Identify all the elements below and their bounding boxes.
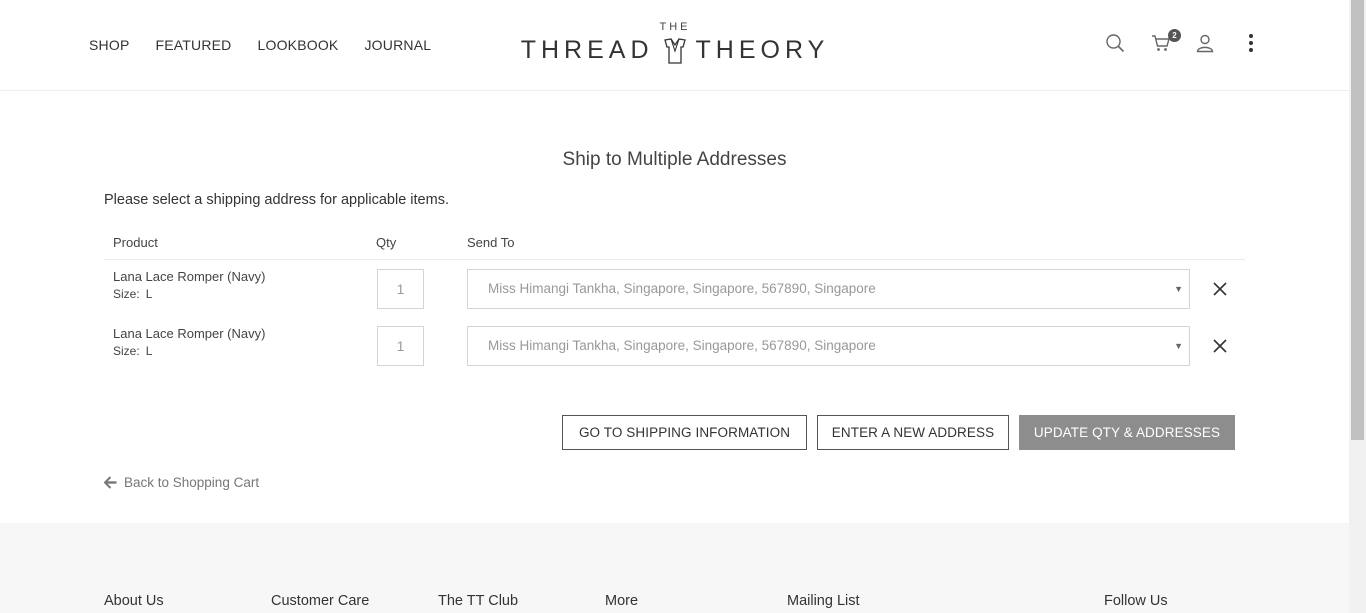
page-title: Ship to Multiple Addresses xyxy=(562,149,787,170)
arrow-left-icon xyxy=(104,476,117,489)
column-send-to: Send To xyxy=(467,235,515,250)
size-label: Size: xyxy=(113,344,140,358)
table-row: Lana Lace Romper (Navy) Size: L 1 Miss Hi… xyxy=(104,317,1245,374)
new-address-button[interactable]: ENTER A NEW ADDRESS xyxy=(817,415,1009,450)
column-qty: Qty xyxy=(376,235,397,250)
nav-lookbook[interactable]: LOOKBOOK xyxy=(258,37,339,53)
qty-input[interactable]: 1 xyxy=(377,269,424,309)
size-value: L xyxy=(145,287,153,301)
footer-more[interactable]: More xyxy=(605,593,638,609)
address-selected-value: Miss Himangi Tankha, Singapore, Singapor… xyxy=(488,281,876,296)
address-table: Product Qty Send To Lana Lace Romper (Na… xyxy=(104,227,1245,374)
footer-about-us[interactable]: About Us xyxy=(104,593,164,609)
cart-icon[interactable]: 2 xyxy=(1150,29,1181,54)
footer-follow-us[interactable]: Follow Us xyxy=(1104,593,1168,609)
logo-the: THE xyxy=(659,21,691,33)
chevron-down-icon: ▼ xyxy=(1174,284,1183,294)
user-icon[interactable] xyxy=(1194,32,1216,54)
address-select[interactable]: Miss Himangi Tankha, Singapore, Singapor… xyxy=(467,326,1190,366)
footer-customer-care[interactable]: Customer Care xyxy=(271,593,369,609)
nav-featured[interactable]: FEATURED xyxy=(155,37,231,53)
footer-tt-club[interactable]: The TT Club xyxy=(438,593,518,609)
shirt-icon xyxy=(663,37,686,64)
footer-mailing-list[interactable]: Mailing List xyxy=(787,593,860,609)
qty-input[interactable]: 1 xyxy=(377,326,424,366)
product-size: Size: L xyxy=(113,287,152,301)
back-to-cart-link[interactable]: Back to Shopping Cart xyxy=(104,475,259,490)
more-vertical-icon[interactable] xyxy=(1240,32,1262,54)
site-footer: About Us Customer Care The TT Club More … xyxy=(0,523,1349,613)
logo-wordmark: THREAD THEORY xyxy=(519,36,831,65)
product-size: Size: L xyxy=(113,344,152,358)
chevron-down-icon: ▼ xyxy=(1174,341,1183,351)
main-nav: SHOP FEATURED LOOKBOOK JOURNAL xyxy=(89,37,457,53)
cart-count-badge: 2 xyxy=(1168,29,1181,42)
intro-text: Please select a shipping address for app… xyxy=(104,192,449,208)
scrollbar-thumb[interactable] xyxy=(1351,0,1364,440)
nav-journal[interactable]: JOURNAL xyxy=(364,37,431,53)
address-select[interactable]: Miss Himangi Tankha, Singapore, Singapor… xyxy=(467,269,1190,309)
column-product: Product xyxy=(113,235,158,250)
go-to-shipping-button[interactable]: GO TO SHIPPING INFORMATION xyxy=(562,415,807,450)
product-name: Lana Lace Romper (Navy) xyxy=(113,326,266,341)
header-icons: 2 xyxy=(1104,29,1262,54)
table-row: Lana Lace Romper (Navy) Size: L 1 Miss Hi… xyxy=(104,260,1245,317)
size-label: Size: xyxy=(113,287,140,301)
site-header: SHOP FEATURED LOOKBOOK JOURNAL THE THREA… xyxy=(0,0,1349,91)
table-header: Product Qty Send To xyxy=(104,227,1245,260)
close-icon[interactable] xyxy=(1211,280,1229,298)
product-name: Lana Lace Romper (Navy) xyxy=(113,269,266,284)
site-logo[interactable]: THE THREAD THEORY xyxy=(519,20,831,70)
search-icon[interactable] xyxy=(1104,32,1126,54)
close-icon[interactable] xyxy=(1211,337,1229,355)
update-qty-addresses-button[interactable]: UPDATE QTY & ADDRESSES xyxy=(1019,415,1235,450)
logo-thread: THREAD xyxy=(520,36,654,64)
address-selected-value: Miss Himangi Tankha, Singapore, Singapor… xyxy=(488,338,876,353)
back-to-cart-label: Back to Shopping Cart xyxy=(124,475,260,490)
size-value: L xyxy=(145,344,153,358)
logo-theory: THEORY xyxy=(695,36,830,64)
vertical-scrollbar[interactable] xyxy=(1349,0,1366,613)
nav-shop[interactable]: SHOP xyxy=(89,37,129,53)
